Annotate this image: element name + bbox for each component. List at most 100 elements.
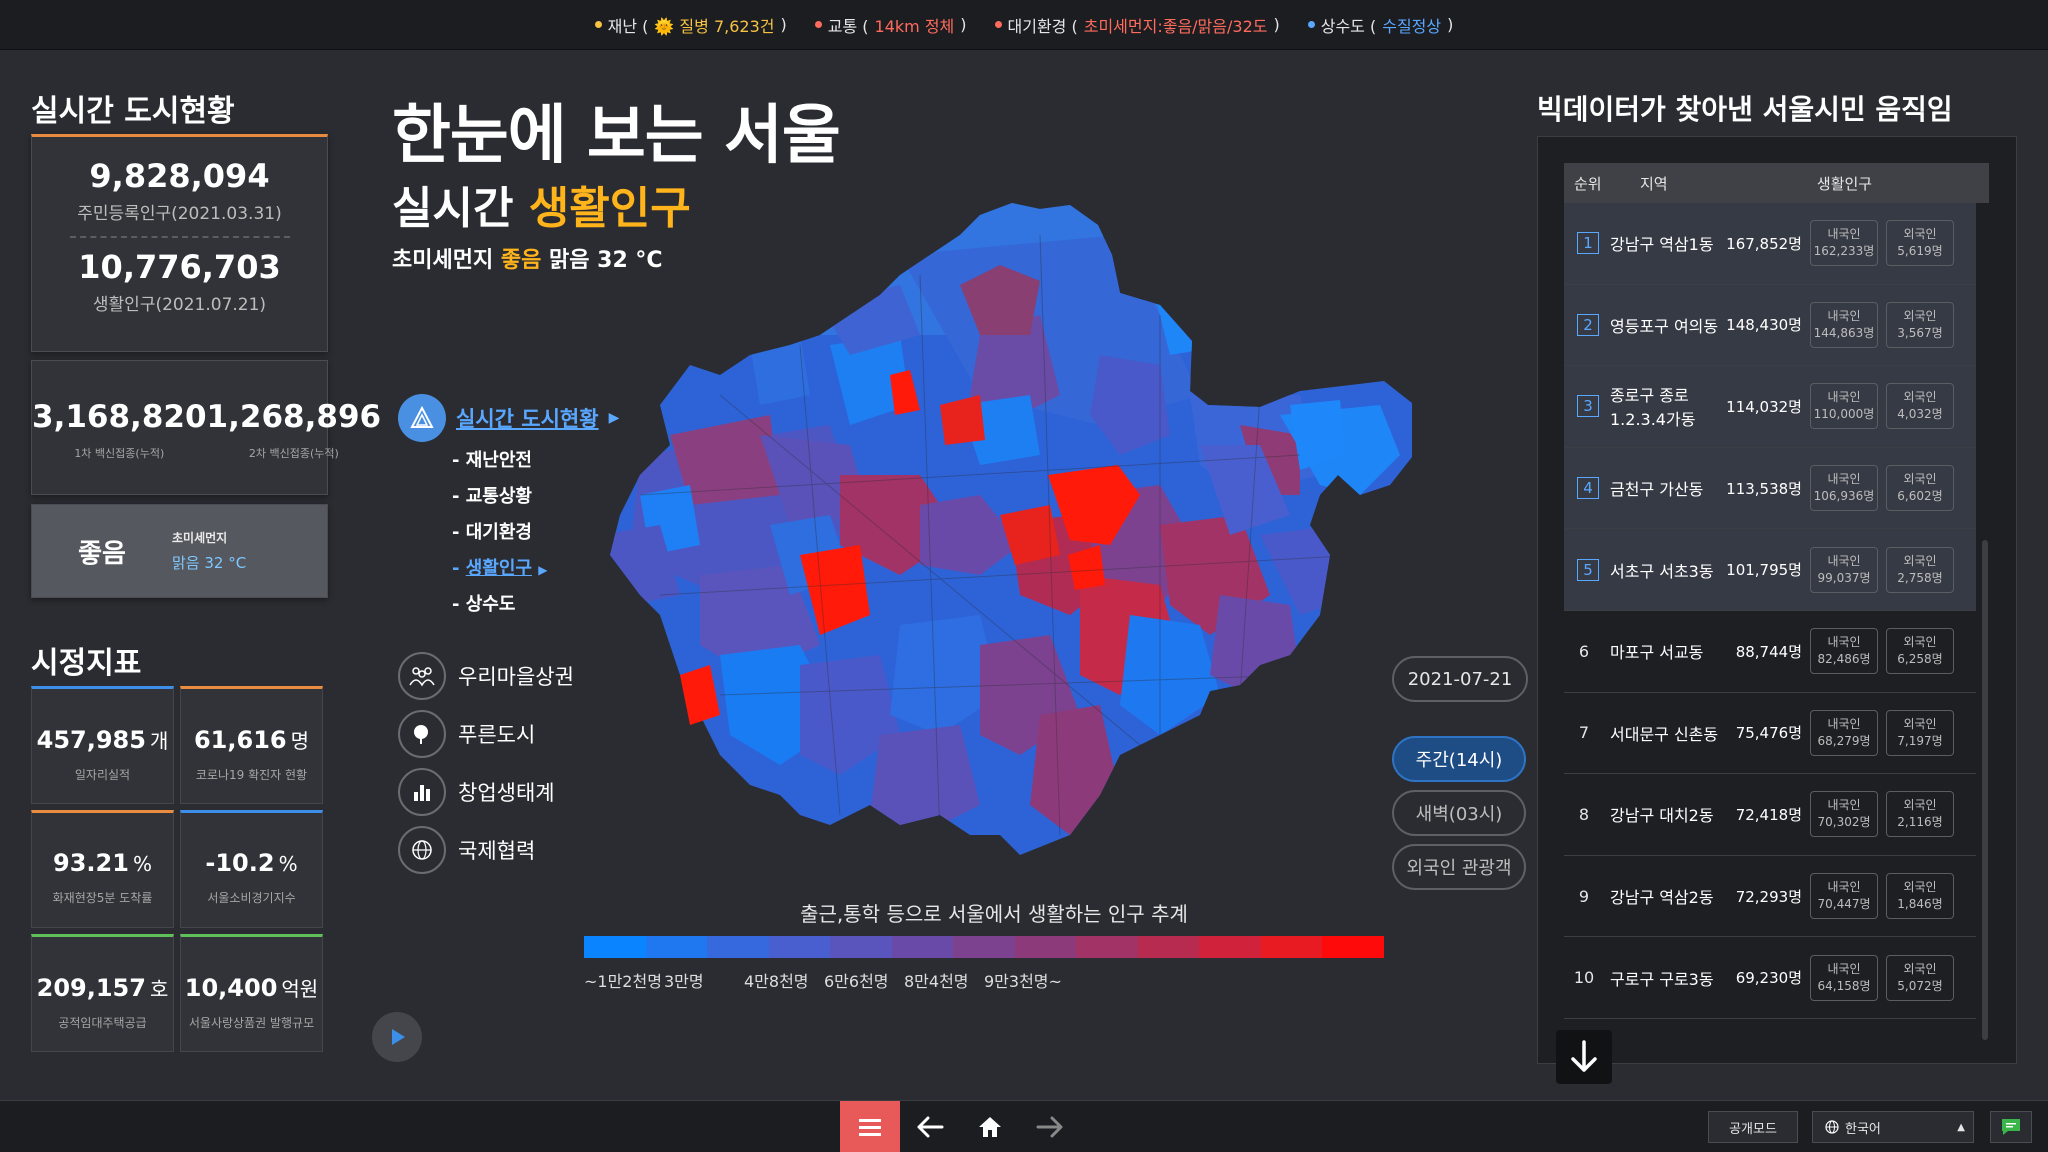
- air-status: 좋음: [78, 538, 126, 569]
- ranking-row[interactable]: 5 서초구 서초3동 101,795명 내국인 99,037명 외국인 2,758명: [1564, 529, 1976, 611]
- population-count: 69,230명: [1735, 969, 1802, 988]
- foreign-chip[interactable]: 외국인 5,619명: [1886, 220, 1954, 267]
- subnav-water[interactable]: - 상수도: [452, 590, 515, 616]
- status-traffic[interactable]: 교통 (14km 정체): [814, 13, 967, 37]
- nav-label: 국제협력: [458, 839, 536, 863]
- nav-label: 우리마을상권: [458, 665, 574, 689]
- language-label: 한국어: [1845, 1121, 1881, 1137]
- status-disaster-close: ): [780, 15, 787, 34]
- foreign-chip[interactable]: 외국인 6,602명: [1886, 465, 1954, 512]
- status-water[interactable]: 상수도 (수질정상): [1307, 13, 1453, 37]
- legend-swatch: [1076, 936, 1138, 958]
- foreign-chip[interactable]: 외국인 5,072명: [1886, 954, 1954, 1001]
- subnav-living-population[interactable]: - 생활인구 ▶: [452, 554, 548, 580]
- native-chip[interactable]: 내국인 70,447명: [1810, 873, 1878, 920]
- native-chip[interactable]: 내국인 70,302명: [1810, 791, 1878, 838]
- chat-button[interactable]: [1990, 1111, 2032, 1143]
- native-count: 106,936명: [1813, 489, 1875, 504]
- subnav-label: 교통상황: [465, 486, 532, 507]
- public-mode-button[interactable]: 공개모드: [1708, 1111, 1798, 1143]
- native-chip[interactable]: 내국인 68,279명: [1810, 709, 1878, 756]
- metric-value: 457,985: [36, 726, 146, 754]
- nav-startup[interactable]: 창업생태계: [398, 768, 555, 816]
- ranking-row[interactable]: 6 마포구 서교동 88,744명 내국인 82,486명 외국인 6,258명: [1564, 611, 1976, 693]
- foreign-label: 외국인: [1903, 961, 1937, 976]
- native-chip[interactable]: 내국인 110,000명: [1810, 383, 1878, 430]
- ranking-row[interactable]: 7 서대문구 신촌동 75,476명 내국인 68,279명 외국인 7,197명: [1564, 693, 1976, 775]
- date-selector[interactable]: 2021-07-21: [1392, 656, 1528, 702]
- native-chip[interactable]: 내국인 106,936명: [1810, 465, 1878, 512]
- globe-icon: [1825, 1120, 1839, 1134]
- globe-icon: [398, 826, 446, 874]
- legend-swatch: [830, 936, 892, 958]
- nav-local-commerce[interactable]: 우리마을상권: [398, 652, 574, 700]
- foreign-chip[interactable]: 외국인 3,567명: [1886, 301, 1954, 348]
- subnav-label: 재난안전: [465, 450, 532, 471]
- rank-number: 2: [1577, 313, 1599, 336]
- native-chip[interactable]: 내국인 99,037명: [1810, 546, 1878, 593]
- menu-button[interactable]: [840, 1101, 900, 1152]
- ranking-row[interactable]: 1 강남구 역삼1동 167,852명 내국인 162,233명 외국인 5,619명: [1564, 203, 1976, 285]
- ranking-row[interactable]: 9 강남구 역삼2동 72,293명 내국인 70,447명 외국인 1,846명: [1564, 856, 1976, 938]
- ranking-row[interactable]: 10 구로구 구로3동 69,230명 내국인 64,158명 외국인 5,072명: [1564, 937, 1976, 1019]
- home-button[interactable]: [960, 1101, 1020, 1152]
- native-chip[interactable]: 내국인 144,863명: [1810, 301, 1878, 348]
- nav-city-status[interactable]: 실시간 도시현황 ▶: [398, 394, 619, 442]
- subnav-traffic[interactable]: - 교통상황: [452, 482, 532, 508]
- status-disaster[interactable]: 재난 (🌞 질병 7,623건 ): [594, 13, 787, 37]
- metric-housing[interactable]: 209,157 호 공적임대주택공급: [31, 934, 174, 1052]
- native-chip[interactable]: 내국인 162,233명: [1810, 220, 1878, 267]
- foreign-chip[interactable]: 외국인 6,258명: [1886, 628, 1954, 675]
- foreign-tourist-button[interactable]: 외국인 관광객: [1392, 844, 1526, 890]
- foreign-chip[interactable]: 외국인 7,197명: [1886, 709, 1954, 756]
- native-chip[interactable]: 내국인 64,158명: [1810, 954, 1878, 1001]
- ranking-scrollbar[interactable]: [1982, 540, 1988, 1040]
- back-button[interactable]: [900, 1101, 960, 1152]
- play-icon: [392, 1029, 405, 1045]
- ranking-row[interactable]: 8 강남구 대치2동 72,418명 내국인 70,302명 외국인 2,116명: [1564, 774, 1976, 856]
- status-air[interactable]: 대기환경 (초미세먼지:좋음/맑음/32도): [994, 13, 1280, 37]
- legend-title: 출근,통학 등으로 서울에서 생활하는 인구 추계: [800, 902, 1188, 926]
- area-name: 서대문구 신촌동: [1610, 724, 1719, 744]
- status-dot-icon: [814, 21, 822, 28]
- metric-jobs[interactable]: 457,985 개 일자리실적: [31, 686, 174, 804]
- status-traffic-close: ): [960, 15, 967, 34]
- nav-green-city[interactable]: 푸른도시: [398, 710, 535, 758]
- metric-consumption[interactable]: -10.2% 서울소비경기지수: [180, 810, 323, 928]
- metric-covid[interactable]: 61,616 명 코로나19 확진자 현황: [180, 686, 323, 804]
- dawn-button[interactable]: 새벽(03시): [1392, 790, 1526, 836]
- page-title: 한눈에 보는 서울: [392, 99, 841, 173]
- subnav-disaster[interactable]: - 재난안전: [452, 446, 532, 472]
- rank-number: 6: [1578, 641, 1590, 661]
- status-air-label: 대기환경 (: [1007, 16, 1078, 36]
- area-name: 강남구 대치2동: [1610, 806, 1714, 826]
- subnav-air[interactable]: - 대기환경: [452, 518, 532, 544]
- vaccine-first-count: 3,168,820: [32, 399, 207, 435]
- native-label: 내국인: [1827, 961, 1861, 976]
- scroll-down-button[interactable]: [1556, 1030, 1612, 1084]
- ranking-row[interactable]: 3 종로구 종로1.2.3.4가동 114,032명 내국인 110,000명 외국인 4,…: [1564, 366, 1976, 448]
- seoul-population-map[interactable]: [600, 195, 1420, 865]
- language-selector[interactable]: 한국어 ▲: [1812, 1111, 1974, 1143]
- arrow-right-icon: [1036, 1116, 1063, 1138]
- metric-value: 61,616: [193, 726, 287, 754]
- foreign-chip[interactable]: 외국인 2,758명: [1886, 546, 1954, 593]
- metric-voucher[interactable]: 10,400 억원 서울사랑상품권 발행규모: [180, 934, 323, 1052]
- nav-international[interactable]: 국제협력: [398, 826, 535, 874]
- daytime-button[interactable]: 주간(14시): [1392, 736, 1526, 782]
- play-button[interactable]: [372, 1012, 422, 1062]
- ranking-row[interactable]: 2 영등포구 여의동 148,430명 내국인 144,863명 외국인 3,567명: [1564, 284, 1976, 367]
- foreign-chip[interactable]: 외국인 2,116명: [1886, 791, 1954, 838]
- ranking-row[interactable]: 4 금천구 가산동 113,538명 내국인 106,936명 외국인 6,602명: [1564, 447, 1976, 530]
- population-card: 9,828,094 주민등록인구(2021.03.31) 10,776,703 …: [31, 134, 328, 352]
- foreign-chip[interactable]: 외국인 1,846명: [1886, 873, 1954, 920]
- ranking-panel: 순위 지역 생활인구 1 강남구 역삼1동 167,852명 내국인 162,233명 외…: [1537, 136, 2017, 1064]
- rank-number: 8: [1578, 804, 1590, 824]
- forward-button[interactable]: [1020, 1101, 1080, 1152]
- native-chip[interactable]: 내국인 82,486명: [1810, 628, 1878, 675]
- air-quality-card: 좋음 초미세먼지 맑음 32 °C: [31, 504, 328, 598]
- metric-fire[interactable]: 93.21% 화재현장5분 도착률: [31, 810, 174, 928]
- status-dot-icon: [994, 21, 1002, 28]
- foreign-chip[interactable]: 외국인 4,032명: [1886, 383, 1954, 430]
- population-count: 72,418명: [1735, 805, 1802, 824]
